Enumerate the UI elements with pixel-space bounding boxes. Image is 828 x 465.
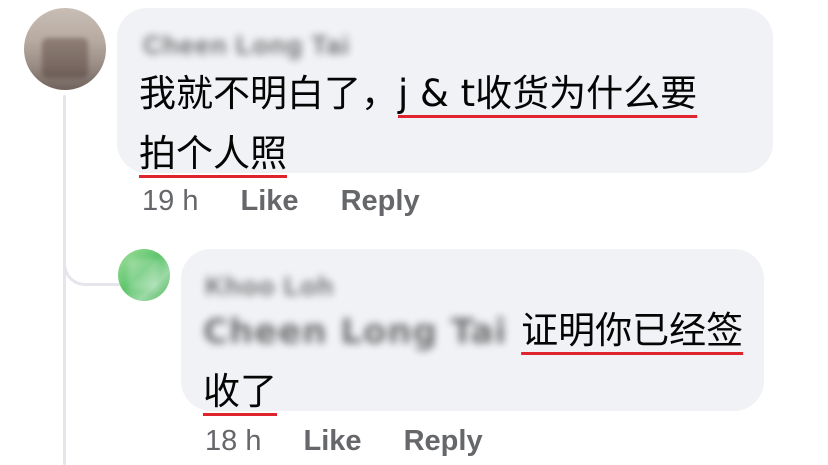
like-button[interactable]: Like — [241, 185, 299, 217]
reply-timestamp[interactable]: 18 h — [205, 425, 261, 457]
comment-actions: 19 h Like Reply — [142, 185, 454, 218]
reply-button[interactable]: Reply — [341, 185, 420, 217]
reply-author-name[interactable]: Khoo Loh — [205, 271, 334, 302]
comment-text-underlined: j & t收货为什么要 — [398, 72, 698, 115]
comment-author-name[interactable]: Cheen Long Tai — [143, 30, 350, 61]
reply-text-underlined: 证明你已经签 — [521, 309, 744, 352]
reply-button[interactable]: Reply — [404, 425, 483, 457]
comment-timestamp[interactable]: 19 h — [142, 185, 198, 217]
reply-mention-tag[interactable]: Cheen Long Tai — [203, 302, 507, 362]
comment-bubble: Cheen Long Tai 我就不明白了，j & t收货为什么要 拍个人照 — [117, 8, 773, 175]
comment-text: 我就不明白了，j & t收货为什么要 拍个人照 — [139, 64, 759, 184]
reply-connector-curve — [63, 220, 123, 286]
replier-avatar[interactable] — [118, 249, 170, 301]
reply-text: Cheen Long Tai 证明你已经签 收了 — [203, 301, 753, 422]
commenter-avatar[interactable] — [24, 8, 106, 90]
reply-bubble: Khoo Loh Cheen Long Tai 证明你已经签 收了 — [181, 249, 764, 413]
comment-text-underlined: 拍个人照 — [139, 132, 287, 175]
reply-text-underlined: 收了 — [203, 370, 277, 413]
like-button[interactable]: Like — [304, 425, 362, 457]
reply-actions: 18 h Like Reply — [205, 425, 517, 458]
thread-connector-line — [63, 95, 66, 465]
comment-text-part: 我就不明白了， — [139, 72, 398, 115]
